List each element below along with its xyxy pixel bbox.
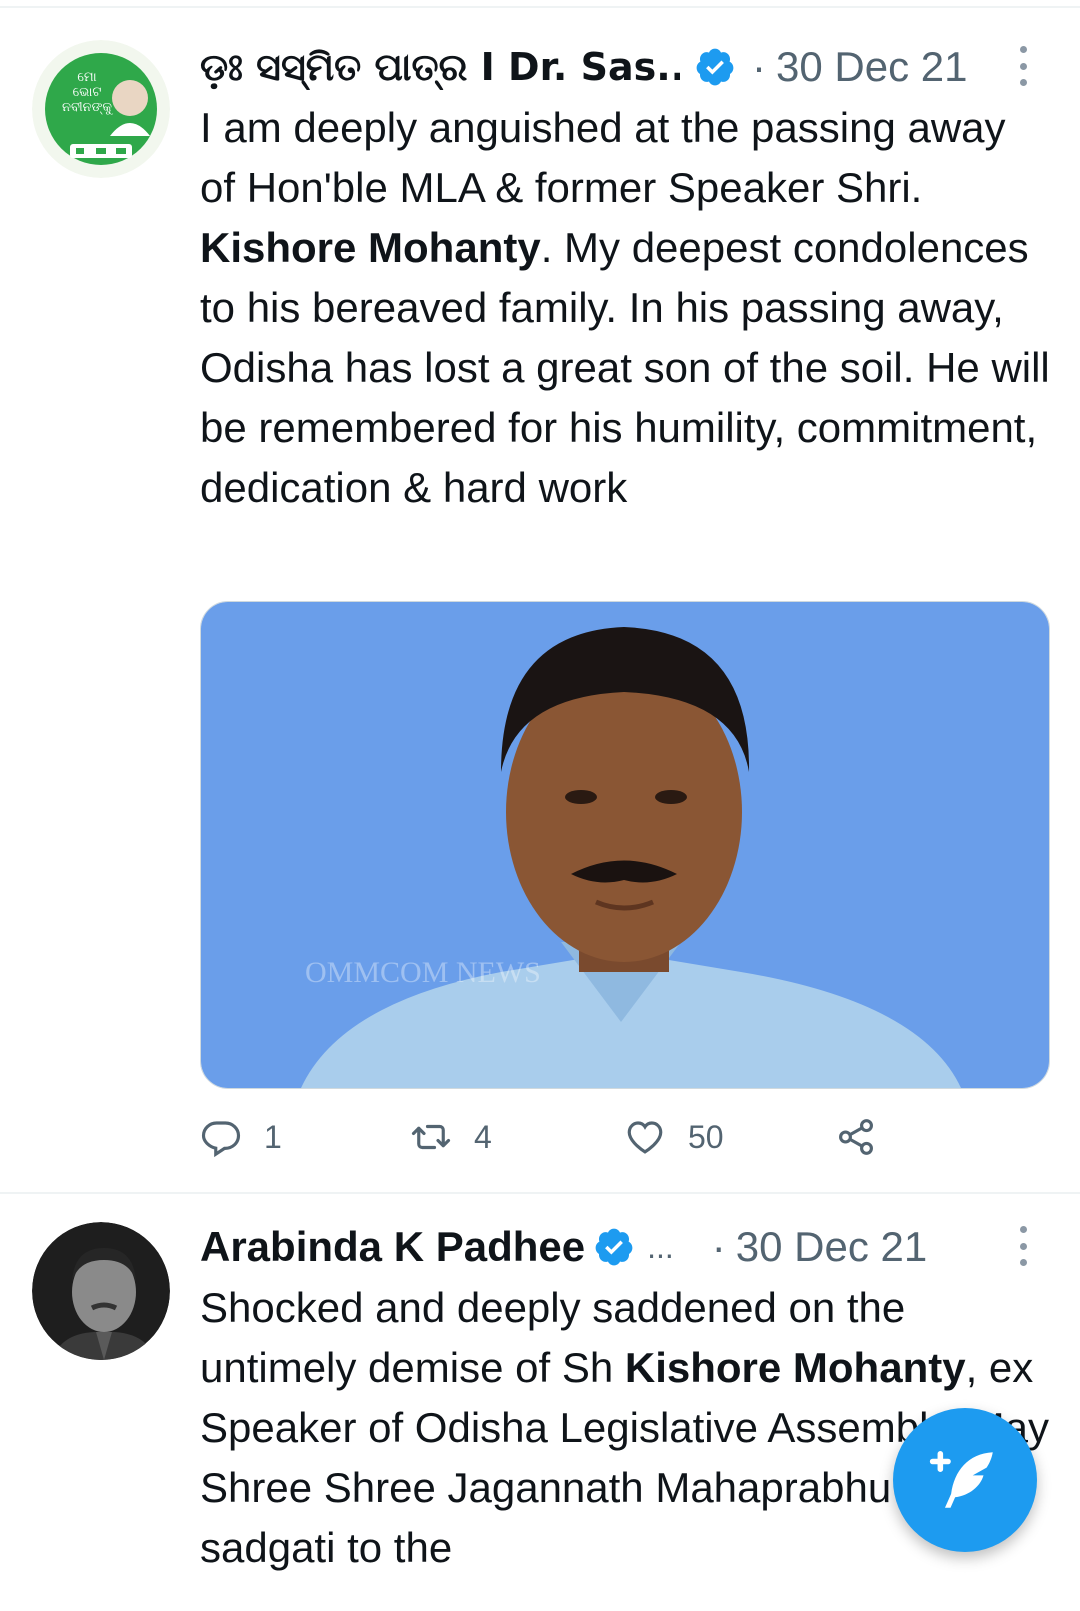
name-ellipsis: ... (647, 1228, 674, 1265)
like-count: 50 (688, 1118, 724, 1155)
avatar-image (32, 1222, 170, 1360)
reply-button[interactable]: 1 (200, 1112, 282, 1162)
tweet-header: Arabinda K Padhee ... · 30 Dec 21 (200, 1217, 927, 1277)
tweet-date[interactable]: 30 Dec 21 (736, 1223, 927, 1271)
separator-dot: · (711, 1223, 726, 1270)
share-icon (839, 1119, 873, 1155)
compose-tweet-button[interactable] (893, 1408, 1037, 1552)
retweet-button[interactable]: 4 (410, 1112, 492, 1162)
more-vertical-icon[interactable] (1016, 1226, 1030, 1266)
mention-bold: Kishore Mohanty (624, 1344, 966, 1391)
retweet-icon (411, 1124, 451, 1150)
media-watermark: OMMCOM NEWS (305, 956, 541, 989)
mention-bold: Kishore Mohanty (200, 224, 541, 271)
portrait-photo (201, 602, 1049, 1088)
verified-badge-icon (696, 48, 734, 86)
tweet-header: ଡ଼଼ଃ ସସ୍ମିତ ପାତ୍ର I Dr. Sas... · 30 Dec … (200, 37, 967, 97)
tweet-text: I am deeply anguished at the passing awa… (200, 104, 1050, 511)
reply-icon (201, 1121, 241, 1158)
author-name[interactable]: Arabinda K Padhee (200, 1223, 585, 1271)
avatar[interactable] (32, 1222, 170, 1360)
tweet-actions: 1 4 50 (200, 1112, 920, 1162)
share-button[interactable] (835, 1112, 877, 1162)
author-name[interactable]: ଡ଼଼ଃ ସସ୍ମିତ ପାତ୍ର I Dr. Sas... (200, 45, 680, 90)
verified-badge-icon (595, 1228, 633, 1266)
avatar[interactable]: ମୋ ଭୋଟ ନବୀନଙ୍କୁ (32, 40, 170, 178)
more-vertical-icon[interactable] (1016, 46, 1030, 86)
compose-tweet-icon (929, 1451, 993, 1508)
separator-dot: · (752, 43, 766, 90)
like-button[interactable]: 50 (624, 1112, 724, 1162)
tweet[interactable]: ମୋ ଭୋଟ ନବୀନଙ୍କୁ ଡ଼଼ଃ ସସ୍ମିତ ପାତ୍ର I Dr. … (0, 0, 1080, 1192)
heart-icon (627, 1121, 663, 1154)
tweet[interactable]: Arabinda K Padhee ... · 30 Dec 21 Shocke… (0, 1194, 1080, 1611)
reply-count: 1 (264, 1118, 282, 1155)
tweet-media-image[interactable]: OMMCOM NEWS (200, 601, 1050, 1089)
retweet-count: 4 (474, 1118, 492, 1155)
avatar-label: ମୋ ଭୋଟ ନବୀନଙ୍କୁ (62, 70, 112, 115)
tweet-date[interactable]: 30 Dec 21 (776, 43, 967, 91)
